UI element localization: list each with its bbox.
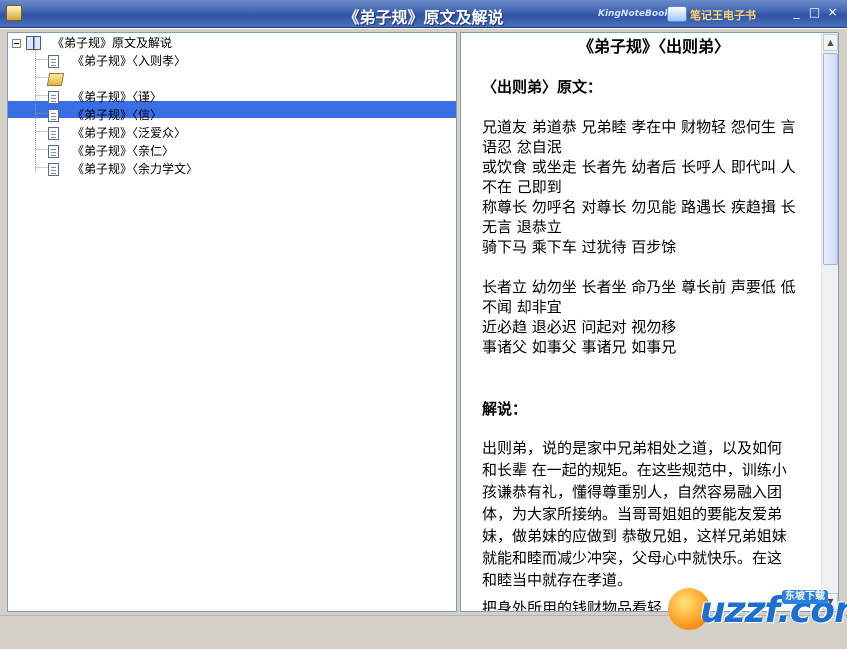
maximize-button[interactable]: □ — [806, 4, 823, 21]
title-bar: 《弟子规》原文及解说 KingNoteBook 笔记王电子书 _ □ × — [0, 0, 847, 28]
tree-item-label: 《弟子规》〈出则弟〉 — [72, 72, 187, 86]
tree-item-qinren[interactable]: 《弟子规》〈亲仁〉 — [12, 143, 312, 160]
brand-chinese: 笔记王电子书 — [690, 9, 756, 22]
document-icon — [48, 91, 59, 104]
tree-item-label: 《弟子规》〈谨〉 — [72, 90, 163, 104]
original-stanza-1: 兄道友 弟道恭 兄弟睦 孝在中 财物轻 怨何生 言语忍 忿自泯 或饮食 或坐走 … — [482, 118, 796, 256]
document-title: 《弟子规》〈出则弟〉 — [577, 37, 730, 56]
original-stanza-2: 长者立 幼勿坐 长者坐 命乃坐 尊长前 声要低 低不闻 却非宜 近必趋 退必迟 … — [482, 278, 796, 356]
tree-item-label: 《弟子规》〈信〉 — [72, 108, 163, 122]
collapse-toggle-icon[interactable] — [12, 39, 21, 48]
tree-item-label: 《弟子规》〈亲仁〉 — [72, 144, 175, 158]
tree-root[interactable]: 《弟子规》原文及解说 — [12, 35, 312, 52]
watermark-badge: 东坡下载 — [782, 590, 828, 604]
vertical-scrollbar[interactable]: ▲ ▼ — [821, 33, 838, 611]
scrollbar-thumb[interactable] — [823, 53, 838, 265]
content-panel[interactable]: 《弟子规》〈出则弟〉 〈出则弟〉原文： 兄道友 弟道恭 兄弟睦 孝在中 财物轻 … — [460, 32, 839, 612]
scroll-up-arrow-icon[interactable]: ▲ — [823, 34, 838, 51]
book-icon — [26, 36, 41, 50]
minimize-button[interactable]: _ — [788, 4, 805, 21]
document-icon — [48, 109, 59, 122]
tree-root-label: 《弟子规》原文及解说 — [52, 36, 173, 50]
tree-item-label: 《弟子规》〈泛爱众〉 — [72, 126, 187, 140]
tree-item-label: 《弟子规》〈入则孝〉 — [72, 54, 187, 68]
open-document-icon — [46, 73, 65, 86]
close-button[interactable]: × — [824, 4, 841, 21]
tree-item-label: 《弟子规》〈余力学文〉 — [72, 162, 199, 176]
tree-item-xin[interactable]: 《弟子规》〈信〉 — [12, 107, 312, 124]
tree-item-yulixuewen[interactable]: 《弟子规》〈余力学文〉 — [12, 161, 312, 178]
document-icon — [48, 127, 59, 140]
explanation-heading: 解说： — [482, 400, 528, 418]
tree-item-ruzexiao[interactable]: 《弟子规》〈入则孝〉 — [12, 53, 312, 70]
tree-item-fanaizhong[interactable]: 《弟子规》〈泛爱众〉 — [12, 125, 312, 142]
brand-logo-icon — [667, 6, 687, 22]
document-icon — [48, 55, 59, 68]
tree-panel: 《弟子规》原文及解说 《弟子规》〈入则孝〉 《弟子规》〈出则弟〉 《弟子规》〈谨… — [7, 32, 457, 612]
tree-item-chuzedi[interactable]: 《弟子规》〈出则弟〉 — [12, 71, 312, 88]
document-icon — [48, 145, 59, 158]
document-icon — [48, 163, 59, 176]
explanation-text: 出则弟，说的是家中兄弟相处之道，以及如何和长辈 在一起的规矩。在这些规范中，训练… — [482, 439, 787, 589]
tree-item-jin[interactable]: 《弟子规》〈谨〉 — [12, 89, 312, 106]
site-watermark: uzzf.com 东坡下载 — [664, 582, 847, 646]
brand-english: KingNoteBook — [598, 9, 671, 19]
original-heading: 〈出则弟〉原文： — [482, 78, 603, 96]
